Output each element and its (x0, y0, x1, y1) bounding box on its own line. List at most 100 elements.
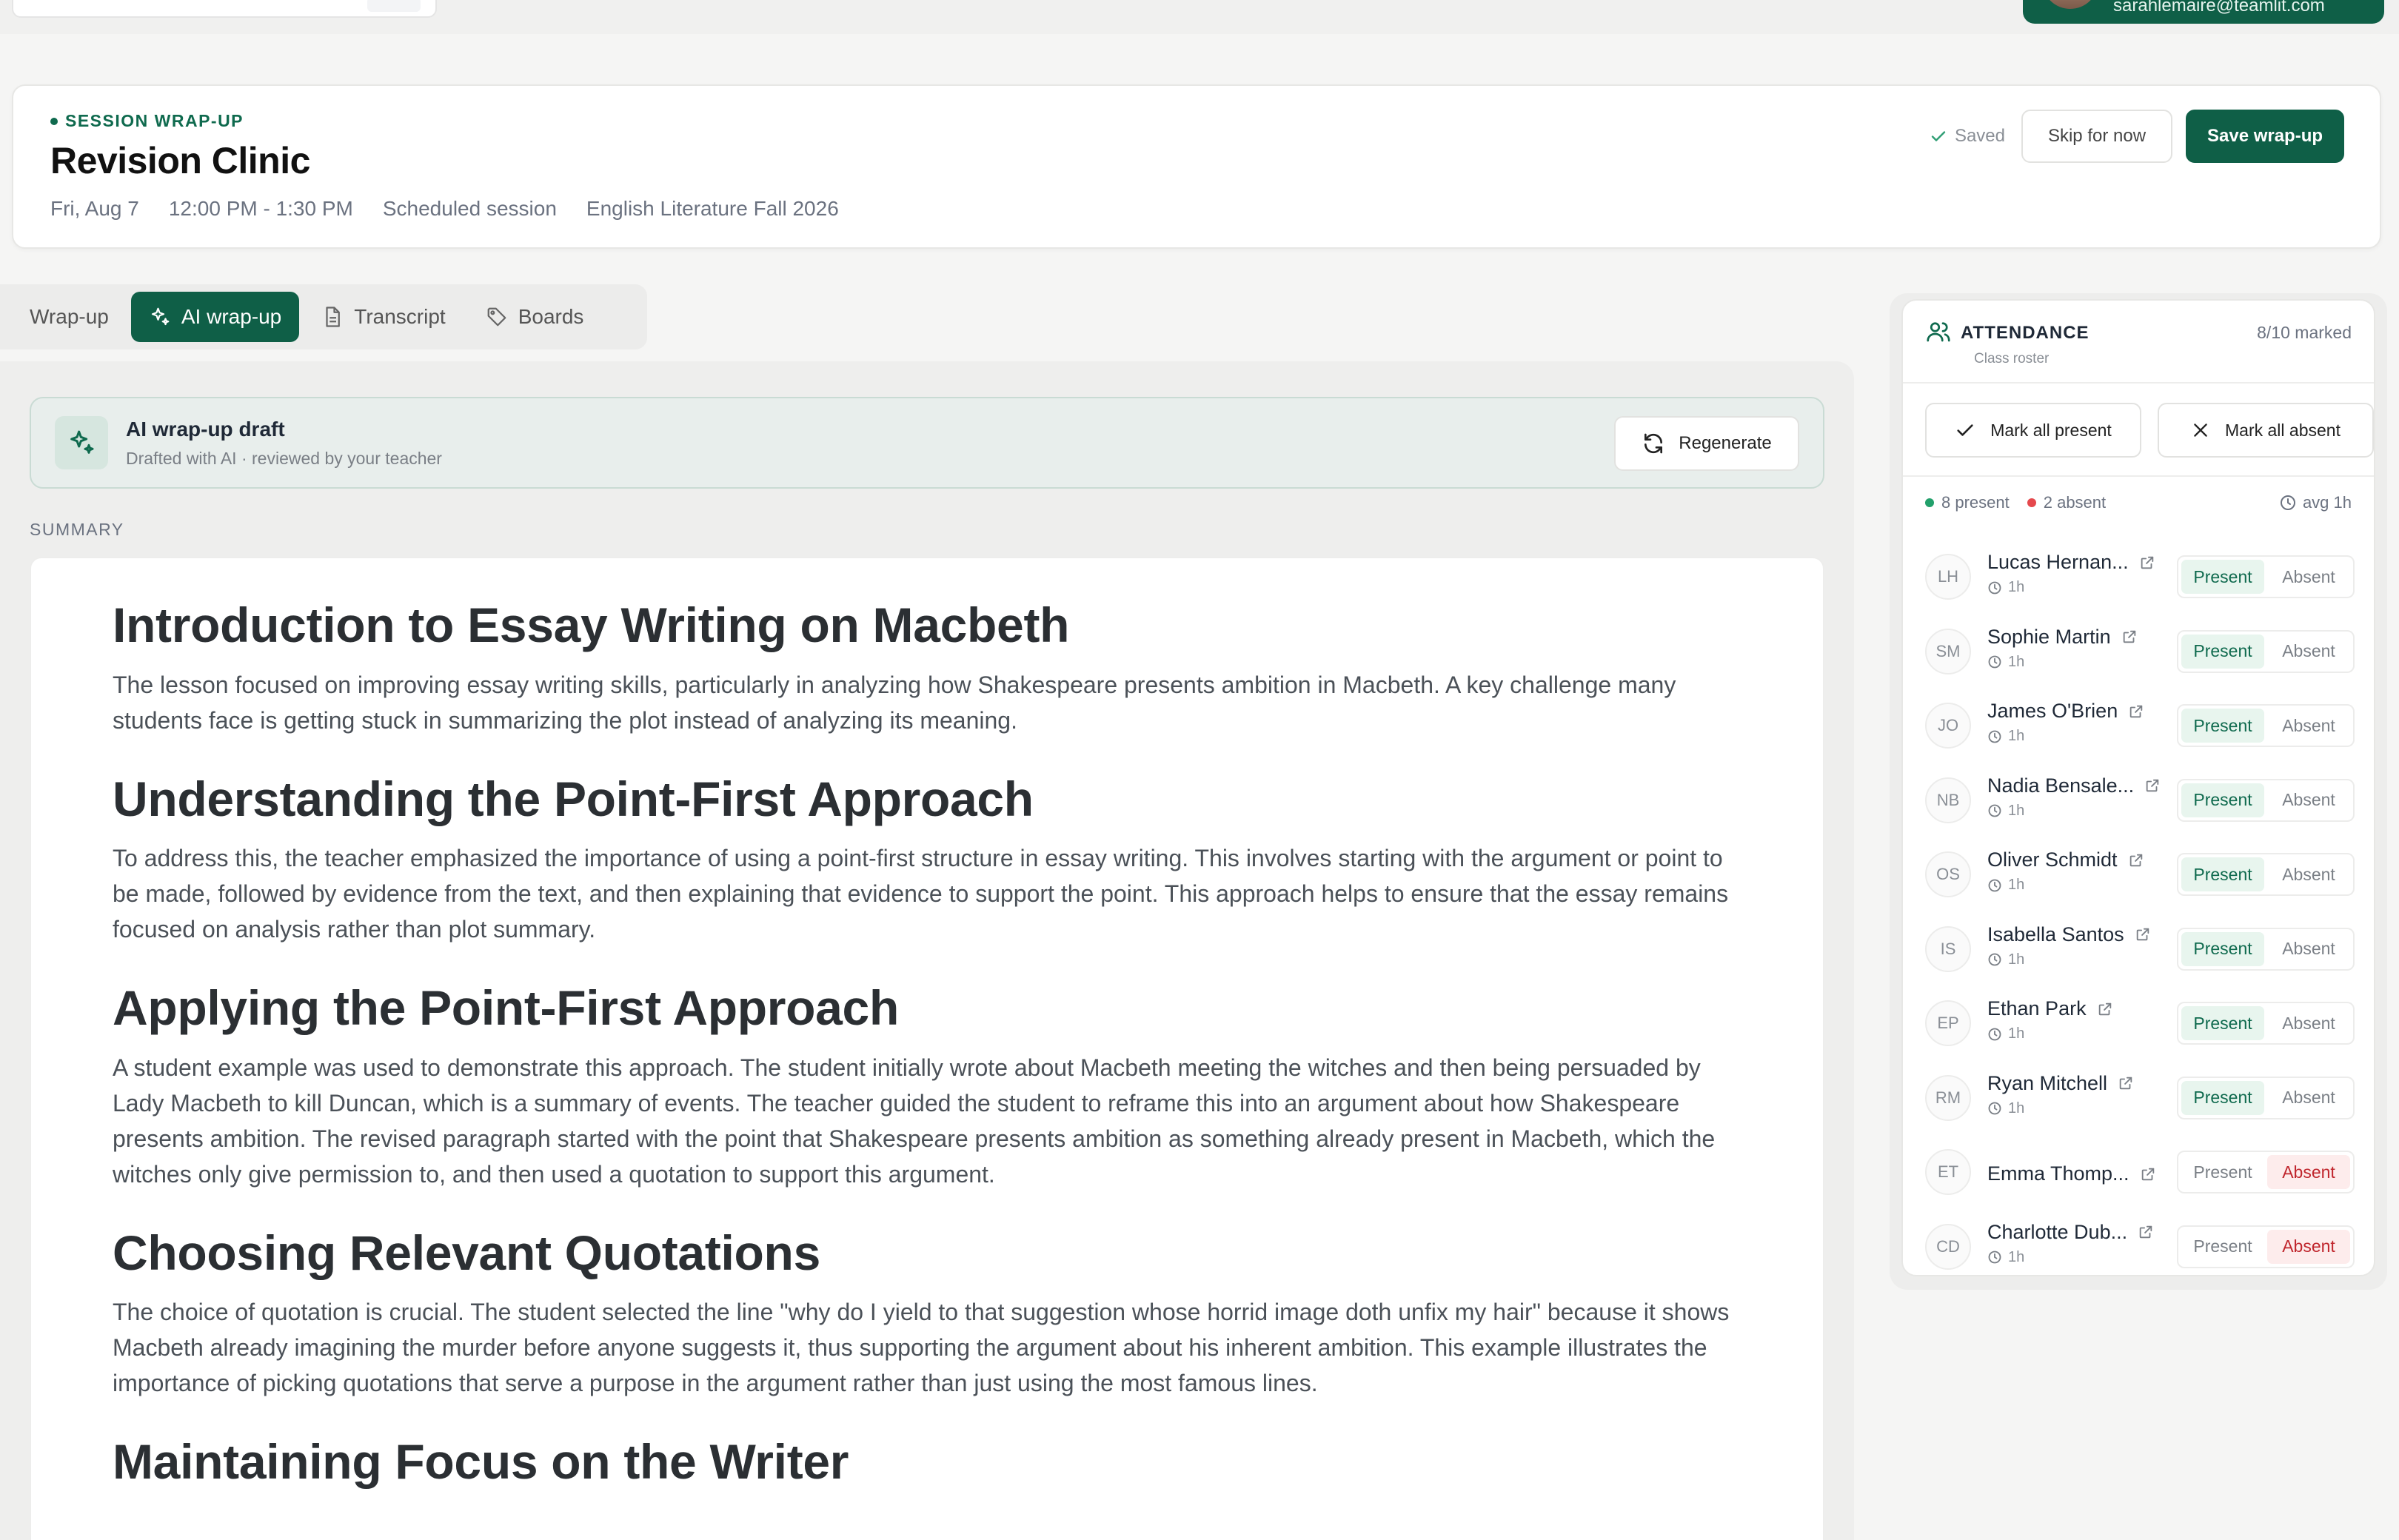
user-menu[interactable]: sarahlemaire@teamlit.com (2023, 0, 2384, 24)
summary-editor[interactable]: Introduction to Essay Writing on Macbeth… (30, 557, 1824, 1540)
external-link-icon[interactable] (2097, 1001, 2113, 1017)
student-name-label: Charlotte Dub... (1987, 1220, 2128, 1243)
present-option[interactable]: Present (2181, 931, 2264, 966)
absent-option[interactable]: Absent (2267, 1229, 2350, 1264)
student-name[interactable]: James O'Brien (1987, 700, 2144, 723)
tab-label: Wrap-up (30, 305, 109, 328)
header-actions: Saved Skip for now Save wrap-up (1930, 110, 2344, 163)
avatar: SM (1925, 628, 1971, 674)
student-duration: 1h (1987, 1100, 2024, 1117)
tag-icon (487, 307, 506, 327)
ai-sparkle-badge (55, 416, 108, 469)
top-bar: sarahlemaire@teamlit.com (0, 0, 2399, 34)
present-option[interactable]: Present (2181, 1080, 2264, 1115)
present-option[interactable]: Present (2181, 560, 2264, 594)
summary-heading: Maintaining Focus on the Writer (113, 1434, 849, 1490)
attendance-toggle: Present Absent (2177, 704, 2355, 747)
absent-option[interactable]: Absent (2267, 1155, 2350, 1189)
user-email: sarahlemaire@teamlit.com (2113, 0, 2325, 16)
student-name[interactable]: Charlotte Dub... (1987, 1221, 2154, 1244)
external-link-icon[interactable] (2118, 1075, 2134, 1091)
present-option[interactable]: Present (2181, 1006, 2264, 1040)
skip-button[interactable]: Skip for now (2021, 110, 2172, 163)
student-name-label: Sophie Martin (1987, 625, 2111, 648)
search-input[interactable] (12, 0, 437, 18)
tab-wrap-up[interactable]: Wrap-up (12, 292, 127, 342)
student-name[interactable]: Oliver Schmidt (1987, 848, 2144, 871)
student-duration: 1h (1987, 1249, 2024, 1266)
student-name[interactable]: Lucas Hernan... (1987, 551, 2155, 574)
tab-ai-wrap-up[interactable]: AI wrap-up (130, 292, 300, 342)
present-option[interactable]: Present (2181, 709, 2264, 743)
mark-all-absent-label: Mark all absent (2225, 420, 2341, 440)
student-name-label: Isabella Santos (1987, 923, 2124, 945)
absent-option[interactable]: Absent (2267, 635, 2350, 669)
student-duration: 1h (1987, 803, 2024, 820)
student-name[interactable]: Sophie Martin (1987, 626, 2138, 649)
student-duration: 1h (1987, 579, 2024, 596)
external-link-icon[interactable] (2128, 852, 2144, 868)
absent-option[interactable]: Absent (2267, 709, 2350, 743)
present-option[interactable]: Present (2181, 857, 2264, 891)
regenerate-label: Regenerate (1679, 433, 1772, 453)
student-name-label: Lucas Hernan... (1987, 551, 2129, 573)
present-option[interactable]: Present (2181, 1230, 2264, 1264)
attendance-title: ATTENDANCE (1961, 323, 2089, 343)
attendance-count: 8/10 marked (2257, 323, 2352, 342)
external-link-icon[interactable] (2135, 926, 2151, 943)
duration-label: 1h (2008, 951, 2025, 968)
external-link-icon[interactable] (2140, 1166, 2156, 1182)
attendance-toggle: Present Absent (2177, 1225, 2355, 1268)
student-name-label: Ethan Park (1987, 997, 2087, 1020)
duration-label: 1h (2008, 802, 2025, 819)
duration-label: 1h (2008, 877, 2025, 893)
absent-option[interactable]: Absent (2267, 857, 2350, 891)
mark-all-present-button[interactable]: Mark all present (1925, 403, 2141, 458)
absent-stat: 2 absent (2027, 493, 2106, 512)
external-link-icon[interactable] (2139, 555, 2155, 571)
saved-label: Saved (1954, 126, 2005, 146)
student-name[interactable]: Emma Thomp... (1987, 1162, 2156, 1185)
roster-row: NB Nadia Bensale... 1h Present Absent (1925, 764, 2355, 839)
session-date: Fri, Aug 7 (50, 197, 139, 220)
student-name[interactable]: Ryan Mitchell (1987, 1072, 2134, 1095)
absent-option[interactable]: Absent (2267, 1081, 2350, 1115)
student-duration: 1h (1987, 877, 2024, 894)
tab-boards[interactable]: Boards (468, 292, 602, 342)
absent-option[interactable]: Absent (2267, 783, 2350, 817)
draft-subtitle: Drafted with AI · reviewed by your teach… (126, 449, 442, 468)
clock-icon (1988, 655, 2001, 669)
refresh-icon (1644, 433, 1663, 454)
regenerate-button[interactable]: Regenerate (1614, 416, 1799, 471)
student-name[interactable]: Isabella Santos (1987, 923, 2151, 946)
student-name[interactable]: Ethan Park (1987, 997, 2113, 1020)
absent-dot-icon (2027, 498, 2036, 507)
save-wrap-up-button[interactable]: Save wrap-up (2186, 110, 2344, 163)
mark-all-absent-button[interactable]: Mark all absent (2158, 403, 2374, 458)
shortcut-hint (367, 0, 421, 12)
absent-option[interactable]: Absent (2267, 932, 2350, 966)
present-option[interactable]: Present (2181, 634, 2264, 669)
clock-icon (1988, 1251, 2001, 1264)
student-name[interactable]: Nadia Bensale... (1987, 774, 2161, 797)
present-option[interactable]: Present (2181, 783, 2264, 817)
tab-bar: Wrap-up AI wrap-up Transcript Boards (0, 284, 647, 349)
student-name-label: Emma Thomp... (1987, 1162, 2129, 1185)
session-time: 12:00 PM - 1:30 PM (168, 197, 353, 220)
session-course: English Literature Fall 2026 (586, 197, 839, 220)
avatar: OS (1925, 851, 1971, 897)
absent-option[interactable]: Absent (2267, 560, 2350, 594)
external-link-icon[interactable] (2128, 703, 2144, 720)
avatar: LH (1925, 554, 1971, 600)
summary-heading: Applying the Point-First Approach (113, 980, 899, 1036)
present-option[interactable]: Present (2181, 1155, 2264, 1189)
absent-option[interactable]: Absent (2267, 1006, 2350, 1040)
external-link-icon[interactable] (2138, 1224, 2154, 1240)
tab-transcript[interactable]: Transcript (304, 292, 463, 342)
external-link-icon[interactable] (2144, 777, 2161, 794)
duration-label: 1h (2008, 579, 2025, 595)
summary-paragraph: The lesson focused on improving essay wr… (113, 671, 1676, 734)
external-link-icon[interactable] (2121, 629, 2138, 645)
session-meta: Fri, Aug 7 12:00 PM - 1:30 PM Scheduled … (50, 197, 839, 221)
session-eyebrow: SESSION WRAP-UP (50, 111, 244, 131)
